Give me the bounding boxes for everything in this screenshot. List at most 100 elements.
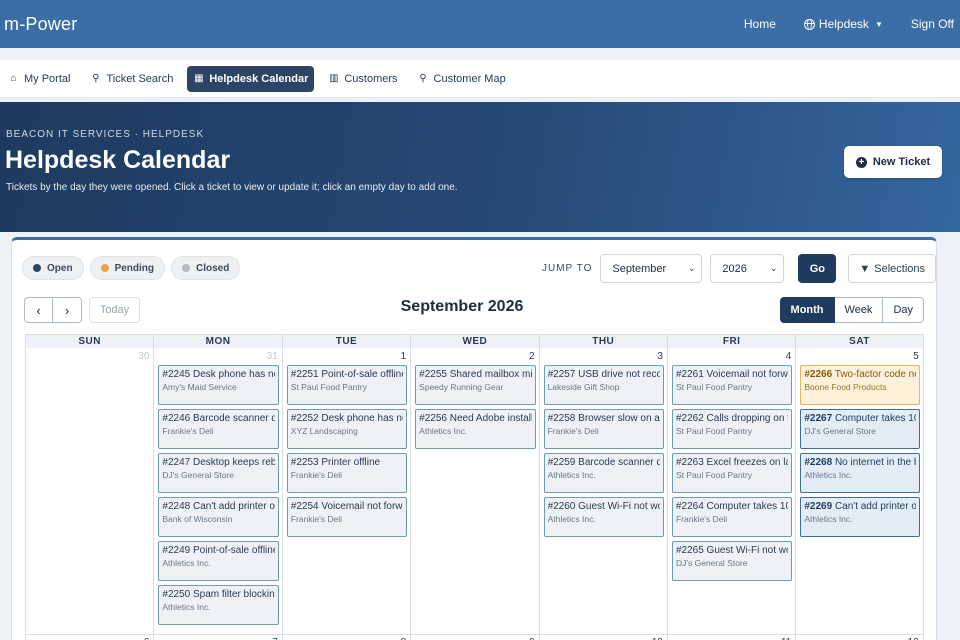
ticket-customer: DJ's General Store: [675, 558, 748, 568]
ticket-card[interactable]: #2251 Point-of-sale offline St Paul Food …: [286, 365, 408, 405]
tab-customer-map[interactable]: ⚲ Customer Map: [412, 66, 512, 92]
ticket-title: Browser slow on all: [578, 413, 660, 424]
day-number: 3: [657, 351, 663, 362]
ticket-title: Can't add printer on: [834, 501, 916, 512]
ticket-summary: #2256 Need Adobe install: [419, 413, 531, 425]
ticket-card[interactable]: #2268 No internet in the b Athletics Inc.: [800, 453, 920, 493]
day-cell[interactable]: 5 #2266 Two-factor code no Boone Food Prod…: [795, 348, 924, 634]
tab-ticket-search[interactable]: ⚲ Ticket Search: [84, 66, 179, 92]
ticket-title: Need Adobe install: [449, 413, 532, 424]
go-button[interactable]: Go: [798, 254, 837, 283]
ticket-card[interactable]: #2246 Barcode scanner di Frankie's Deli: [158, 409, 279, 449]
day-cell[interactable]: 11: [666, 635, 795, 640]
tab-label: Customer Map: [433, 72, 506, 85]
day-cell[interactable]: 1 #2251 Point-of-sale offline St Paul Food…: [281, 348, 410, 634]
ticket-summary: #2253 Printer offline: [291, 457, 403, 469]
day-cell[interactable]: 7: [153, 635, 281, 640]
ticket-card[interactable]: #2254 Voicemail not forwa Frankie's Deli: [286, 497, 408, 537]
ticket-id: #2246: [162, 413, 191, 424]
day-cell[interactable]: 30: [25, 348, 153, 634]
ticket-title: Barcode scanner di: [578, 457, 660, 468]
legend-closed[interactable]: Closed: [171, 256, 241, 280]
ticket-card[interactable]: #2265 Guest Wi-Fi not wor DJ's General St…: [671, 541, 793, 581]
nav-signoff-link[interactable]: Sign Off: [911, 17, 954, 31]
ticket-card[interactable]: #2264 Computer takes 10 Frankie's Deli: [671, 497, 793, 537]
nav-home-link[interactable]: Home: [744, 17, 776, 31]
ticket-title: Spam filter blocking: [192, 589, 275, 600]
tab-my-portal[interactable]: ⌂ My Portal: [2, 66, 76, 92]
weekday-header-tue: TUE: [281, 335, 410, 348]
day-cell[interactable]: 4 #2261 Voicemail not forw St Paul Food Pa…: [666, 348, 795, 634]
legend-pending[interactable]: Pending: [89, 256, 166, 280]
ticket-card[interactable]: #2249 Point-of-sale offline Athletics Inc…: [158, 541, 279, 581]
ticket-title: Two-factor code no: [834, 369, 916, 380]
ticket-card[interactable]: #2253 Printer offline Frankie's Deli: [286, 453, 408, 493]
ticket-customer: Frankie's Deli: [162, 426, 214, 436]
ticket-card[interactable]: #2267 Computer takes 10 DJ's General Stor…: [800, 409, 920, 449]
app-brand[interactable]: m-Power: [0, 14, 77, 35]
month-select[interactable]: September ⌄: [600, 254, 703, 283]
ticket-card[interactable]: #2255 Shared mailbox mis Speedy Running G…: [415, 365, 536, 405]
ticket-summary: #2262 Calls dropping on tr: [676, 413, 788, 425]
tab-helpdesk-calendar[interactable]: ▦ Helpdesk Calendar: [187, 65, 315, 92]
day-cell[interactable]: 31 #2245 Desk phone has no Amy's Maid Serv…: [153, 348, 281, 634]
ticket-title: Point-of-sale offline: [321, 369, 404, 380]
nav-signoff-label: Sign Off: [910, 17, 954, 31]
ticket-card[interactable]: #2257 USB drive not recog Lakeside Gift S…: [543, 365, 664, 405]
ticket-card[interactable]: #2260 Guest Wi-Fi not wor Athletics Inc.: [543, 497, 664, 537]
ticket-card[interactable]: #2245 Desk phone has no Amy's Maid Servic…: [158, 365, 279, 405]
ticket-card[interactable]: #2248 Can't add printer or Bank of Wiscon…: [158, 497, 279, 537]
ticket-customer: Athletics Inc.: [547, 470, 596, 480]
weekday-header-sun: SUN: [25, 335, 153, 348]
ticket-summary: #2260 Guest Wi-Fi not wor: [548, 501, 660, 513]
nav-helpdesk-dropdown[interactable]: Helpdesk ▼: [803, 17, 883, 31]
ticket-card[interactable]: #2261 Voicemail not forw St Paul Food Pan…: [671, 365, 793, 405]
ticket-title: Computer takes 10: [706, 501, 789, 512]
ticket-title: USB drive not recog: [578, 369, 660, 380]
calendar-grid: SUN MON TUE WED THU FRI SAT 30 31 #2245 Desk pho…: [25, 334, 924, 640]
home-icon: ⌂: [10, 73, 17, 84]
weekday-header: SUN MON TUE WED THU FRI SAT: [25, 334, 924, 348]
ticket-card[interactable]: #2256 Need Adobe install Athletics Inc.: [415, 409, 536, 449]
view-day-button[interactable]: Day: [883, 297, 924, 323]
jump-to-label: JUMP TO: [542, 263, 593, 274]
day-cell[interactable]: 3 #2257 USB drive not recog Lakeside Gift …: [538, 348, 667, 634]
ticket-id: #2267: [804, 413, 833, 424]
ticket-summary: #2261 Voicemail not forw: [676, 369, 788, 381]
jump-to-controls: JUMP TO September ⌄ 2026 ⌄ Go ▼ Selections: [542, 254, 937, 283]
legend-open[interactable]: Open: [22, 256, 84, 280]
ticket-card[interactable]: #2269 Can't add printer on Athletics Inc.: [800, 497, 920, 537]
tab-customers[interactable]: ▥ Customers: [322, 66, 403, 92]
ticket-card[interactable]: #2258 Browser slow on all Frankie's Deli: [543, 409, 664, 449]
new-ticket-button[interactable]: + New Ticket: [844, 146, 942, 178]
ticket-summary: #2254 Voicemail not forwa: [291, 501, 403, 513]
ticket-card[interactable]: #2247 Desktop keeps rebo DJ's General Sto…: [158, 453, 279, 493]
selections-button[interactable]: ▼ Selections: [848, 254, 937, 283]
ticket-card[interactable]: #2262 Calls dropping on tr St Paul Food P…: [671, 409, 793, 449]
day-cell[interactable]: 6: [25, 635, 153, 640]
day-cell[interactable]: 8: [281, 635, 410, 640]
selections-label: Selections: [874, 262, 926, 275]
open-dot-icon: [33, 264, 41, 272]
ticket-id: #2253: [290, 457, 319, 468]
day-cell[interactable]: 12: [795, 635, 924, 640]
ticket-card[interactable]: #2266 Two-factor code no Boone Food Produ…: [800, 365, 920, 405]
ticket-card[interactable]: #2252 Desk phone has no XYZ Landscaping: [286, 409, 408, 449]
year-select[interactable]: 2026 ⌄: [710, 254, 785, 283]
day-cell[interactable]: 9: [410, 635, 538, 640]
ticket-customer: St Paul Food Pantry: [675, 470, 753, 480]
view-month-button[interactable]: Month: [779, 297, 835, 323]
day-number: 30: [138, 351, 150, 362]
ticket-title: Point-of-sale offline: [192, 545, 275, 556]
ticket-card[interactable]: #2263 Excel freezes on lar St Paul Food P…: [671, 453, 793, 493]
ticket-id: #2264: [675, 501, 704, 512]
day-cell[interactable]: 10: [538, 635, 667, 640]
calendar-icon: ▦: [194, 73, 204, 84]
day-cell[interactable]: 2 #2255 Shared mailbox mis Speedy Running …: [410, 348, 538, 634]
view-week-button[interactable]: Week: [834, 297, 884, 323]
ticket-card[interactable]: #2259 Barcode scanner di Athletics Inc.: [543, 453, 664, 493]
ticket-title: Voicemail not forwa: [321, 501, 404, 512]
year-select-value: 2026: [722, 262, 747, 275]
ticket-card[interactable]: #2250 Spam filter blocking Athletics Inc.: [158, 585, 279, 625]
ticket-title: Computer takes 10: [834, 413, 916, 424]
